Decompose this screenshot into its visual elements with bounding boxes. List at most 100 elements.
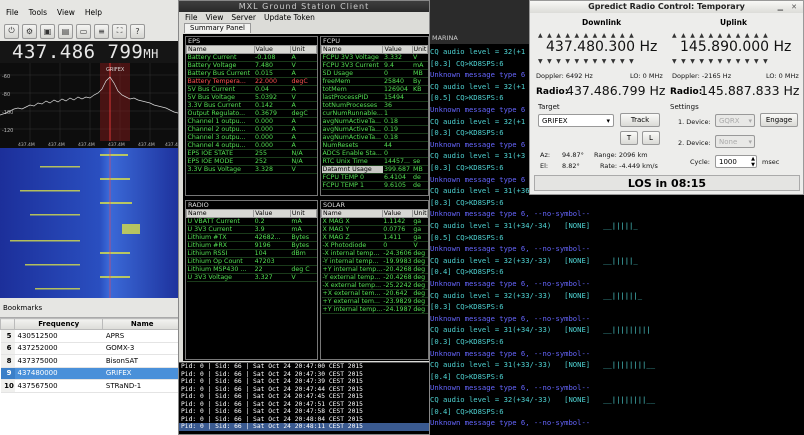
table-row[interactable]: Battery Current -0.108 A bbox=[186, 53, 317, 62]
table-row[interactable]: freeMem 25840 By bbox=[321, 77, 428, 86]
table-row[interactable]: +X external tem... -20.642 deg bbox=[321, 289, 428, 298]
menu-server[interactable]: Server bbox=[231, 12, 256, 23]
log-entry[interactable]: Pid: 0 | Sid: 66 | Sat Oct 24 20:47:30 C… bbox=[179, 371, 429, 379]
table-row[interactable]: 8 437375000 BisonSAT bbox=[0, 354, 182, 368]
uplink-down-arrows[interactable]: ▼▼▼▼▼▼▼▼▼▼▼ bbox=[672, 58, 772, 65]
table-row[interactable]: Battery Tempera... 22.000 degC bbox=[186, 77, 317, 86]
table-row[interactable]: ADCS Enable Sta... 0 bbox=[321, 149, 428, 158]
spinner-icon[interactable]: ▲ ▼ bbox=[751, 156, 756, 168]
device2-select[interactable]: None ▾ bbox=[715, 135, 755, 148]
record-icon[interactable]: ▤ bbox=[58, 23, 73, 39]
fullscreen-icon[interactable]: ⛶ bbox=[112, 23, 127, 39]
log-entry[interactable]: Pid: 0 | Sid: 66 | Sat Oct 24 20:47:58 C… bbox=[179, 408, 429, 416]
table-row[interactable]: avgNumActiveTa... 0.18 bbox=[321, 133, 428, 142]
log-entry[interactable]: Pid: 0 | Sid: 66 | Sat Oct 24 20:48:04 C… bbox=[179, 416, 429, 424]
tab-summary-panel[interactable]: Summary Panel bbox=[184, 23, 251, 33]
column-header[interactable]: Value bbox=[253, 209, 291, 218]
table-row[interactable]: FCPU TEMP 1 9.6105 de bbox=[321, 181, 428, 190]
column-header[interactable]: Value bbox=[381, 209, 413, 218]
device1-select[interactable]: GQRX ▾ bbox=[715, 114, 755, 127]
table-row[interactable]: -X external temp... -25.2242 deg bbox=[321, 281, 428, 290]
menu-view[interactable]: View bbox=[57, 8, 75, 20]
save-icon[interactable]: ▣ bbox=[40, 23, 55, 39]
table-row[interactable]: Lithium RSSI 104 dBm bbox=[186, 249, 317, 258]
table-row[interactable]: avgNumActiveTa... 0.18 bbox=[321, 117, 428, 126]
table-row[interactable]: Channel 4 outpu... 0.000 A bbox=[186, 141, 317, 150]
table-row[interactable]: X MAG Y 0.0776 ga bbox=[321, 225, 428, 234]
table-row[interactable]: FCPU TEMP 0 6.4104 de bbox=[321, 173, 428, 182]
table-row[interactable]: FCPU 3V3 Current 9.4 mA bbox=[321, 61, 428, 70]
table-row[interactable]: -X internal temp... -24.3606 deg bbox=[321, 249, 428, 258]
settings-icon[interactable]: ≡ bbox=[94, 23, 109, 39]
table-row[interactable]: RTC Unix Time 14457... se bbox=[321, 157, 428, 166]
menu-view[interactable]: View bbox=[206, 12, 224, 23]
table-row[interactable]: lastProcessPID 15494 bbox=[321, 93, 428, 102]
device-icon[interactable]: ⚙ bbox=[22, 23, 37, 39]
table-row[interactable]: Channel 2 outpu... 0.000 A bbox=[186, 125, 317, 134]
table-row[interactable]: EPS IOE MODE 252 N/A bbox=[186, 157, 317, 166]
menu-file[interactable]: File bbox=[185, 12, 198, 23]
table-row[interactable]: Lithium #TX 42682... Bytes bbox=[186, 233, 317, 242]
table-row[interactable]: U VBATT Current 0.2 mA bbox=[186, 217, 317, 226]
table-row[interactable]: Channel 1 outpu... 0.000 A bbox=[186, 117, 317, 126]
table-row[interactable]: Lithium MSP430 ... 22 deg C bbox=[186, 265, 317, 274]
table-row[interactable]: 5V Bus Current 0.04 A bbox=[186, 85, 317, 94]
screen-icon[interactable]: ▭ bbox=[76, 23, 91, 39]
table-row[interactable]: avgNumActiveTa... 0.19 bbox=[321, 125, 428, 134]
log-entry[interactable]: Pid: 0 | Sid: 66 | Sat Oct 24 20:47:51 C… bbox=[179, 401, 429, 409]
table-row[interactable]: +Y internal temp... -24.1987 deg bbox=[321, 305, 428, 314]
bookmark-col-name[interactable]: Name bbox=[102, 318, 182, 330]
log-entry[interactable]: Pid: 0 | Sid: 66 | Sat Oct 24 20:47:00 C… bbox=[179, 363, 429, 371]
spectrum-plot[interactable]: GRIFEX -60 -80 -100 -120 437.4M 437.4M 4… bbox=[0, 63, 182, 148]
table-row[interactable]: Output Regulato... 0.3679 degC bbox=[186, 109, 317, 118]
table-row[interactable]: U 3V3 Current 3.9 mA bbox=[186, 225, 317, 234]
table-row[interactable]: 5V Bus Voltage 5.0392 V bbox=[186, 93, 317, 102]
table-row[interactable]: SD Usage 0 MB bbox=[321, 69, 428, 78]
table-row[interactable]: totNumProcesses 36 bbox=[321, 101, 428, 110]
table-row[interactable]: Battery Bus Current 0.015 A bbox=[186, 69, 317, 78]
menu-file[interactable]: File bbox=[6, 8, 19, 20]
table-row[interactable]: Battery Voltage 7.480 V bbox=[186, 61, 317, 70]
column-header[interactable]: Value bbox=[253, 45, 291, 54]
log-entry[interactable]: Pid: 0 | Sid: 66 | Sat Oct 24 20:47:45 C… bbox=[179, 393, 429, 401]
table-row[interactable]: -Y external temp... -20.4268 deg bbox=[321, 273, 428, 282]
column-header[interactable]: Unit bbox=[289, 45, 318, 54]
column-header[interactable]: Unit bbox=[289, 209, 318, 218]
power-icon[interactable]: ⏻ bbox=[4, 23, 19, 39]
column-header[interactable]: Value bbox=[382, 45, 413, 54]
column-header[interactable]: Unit bbox=[411, 45, 429, 54]
track-button[interactable]: Track bbox=[620, 113, 660, 127]
downlink-down-arrows[interactable]: ▼▼▼▼▼▼▼▼▼▼▼ bbox=[538, 58, 638, 65]
minimize-icon[interactable]: ▁ bbox=[778, 3, 783, 11]
uplink-up-arrows[interactable]: ▲▲▲▲▲▲▲▲▲▲▲ bbox=[672, 32, 772, 39]
table-row[interactable]: -Y internal temp... -19.9983 deg bbox=[321, 257, 428, 266]
table-row[interactable]: 5 430512500 APRS bbox=[0, 329, 182, 343]
table-row[interactable]: 6 437252000 GOMX-3 bbox=[0, 342, 182, 355]
column-header[interactable]: Unit bbox=[411, 209, 429, 218]
log-entry[interactable]: Pid: 0 | Sid: 66 | Sat Oct 24 20:48:11 C… bbox=[179, 423, 429, 431]
table-row[interactable]: curNumRunnable... 1 bbox=[321, 109, 428, 118]
menu-update-token[interactable]: Update Token bbox=[264, 12, 315, 23]
log-entry[interactable]: Pid: 0 | Sid: 66 | Sat Oct 24 20:47:39 C… bbox=[179, 378, 429, 386]
table-row[interactable]: NumResets 44 bbox=[321, 141, 428, 150]
table-row[interactable]: U 3V3 Voltage 3.327 V bbox=[186, 273, 317, 282]
table-row[interactable]: Lithium Op Count 47203 bbox=[186, 257, 317, 266]
table-row[interactable]: X MAG X 1.1142 ga bbox=[321, 217, 428, 226]
table-row[interactable]: EPS IOE STATE 255 N/A bbox=[186, 149, 317, 158]
cycle-input[interactable]: 1000 ▲ ▼ bbox=[715, 155, 757, 168]
downlink-up-arrows[interactable]: ▲▲▲▲▲▲▲▲▲▲▲ bbox=[538, 32, 638, 39]
target-select[interactable]: GRIFEX ▾ bbox=[538, 114, 614, 127]
menu-help[interactable]: Help bbox=[85, 8, 102, 20]
waterfall-display[interactable] bbox=[0, 148, 182, 298]
bookmark-col-frequency[interactable]: Frequency bbox=[13, 318, 104, 330]
table-row[interactable]: +Y internal temp... -20.4268 deg bbox=[321, 265, 428, 274]
table-row[interactable]: 3.3V Bus Current 0.142 A bbox=[186, 101, 317, 110]
table-row[interactable]: totMem 126904 KB bbox=[321, 85, 428, 94]
column-header[interactable]: Name bbox=[186, 45, 255, 54]
log-entry[interactable]: Pid: 0 | Sid: 66 | Sat Oct 24 20:47:44 C… bbox=[179, 386, 429, 394]
help-icon[interactable]: ? bbox=[130, 23, 145, 39]
table-row[interactable]: Channel 3 outpu... 0.000 A bbox=[186, 133, 317, 142]
column-header[interactable]: Name bbox=[320, 45, 384, 54]
table-row[interactable]: Datamnt Usage 399.687 MB bbox=[321, 165, 428, 174]
table-row[interactable]: Lithium #RX 9196 Bytes bbox=[186, 241, 317, 250]
